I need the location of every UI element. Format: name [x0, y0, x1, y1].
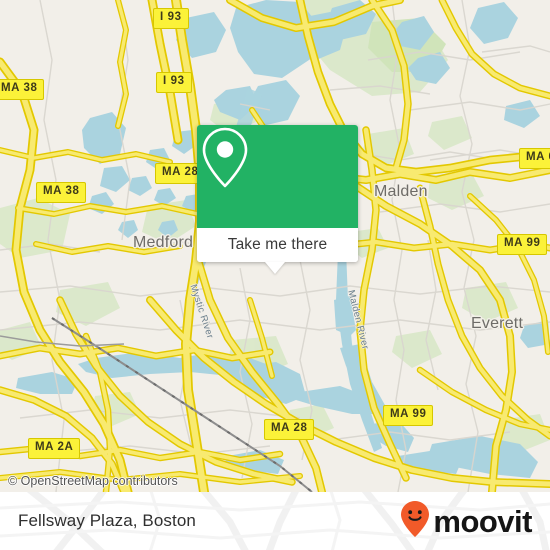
location-popup[interactable]: Take me there [197, 125, 358, 274]
moovit-logo[interactable]: moovit [400, 500, 532, 543]
highway-shield-ma28-lower: MA 28 [264, 419, 315, 440]
highway-shield-ma38-upper: MA 38 [0, 79, 45, 100]
footer-content: Fellsway Plaza, Boston moovit [0, 492, 550, 550]
take-me-there-label: Take me there [227, 236, 328, 253]
highway-shield-i93-mid: I 93 [156, 72, 192, 93]
highway-shield-ma2a: MA 2A [28, 438, 81, 459]
highway-shield-ma99-upper: MA 99 [497, 234, 548, 255]
highway-shield-ma38-lower: MA 38 [36, 182, 87, 203]
place-title: Fellsway Plaza, Boston [18, 511, 196, 530]
highway-shield-i93-north: I 93 [153, 8, 189, 29]
footer-bar: Fellsway Plaza, Boston moovit [0, 492, 550, 550]
moovit-map-screenshot: Medford Malden Everett Mystic River Mald… [0, 0, 550, 550]
map-canvas[interactable]: Medford Malden Everett Mystic River Mald… [0, 0, 550, 492]
moovit-wordmark: moovit [433, 503, 532, 539]
smiling-pin-icon [400, 500, 430, 543]
popup-pointer-tail [265, 262, 285, 274]
popup-image-area [197, 125, 358, 228]
highway-shield-ma99-lower: MA 99 [383, 405, 434, 426]
highway-shield-ma60: MA 60 [519, 148, 550, 169]
take-me-there-button[interactable]: Take me there [197, 228, 358, 274]
openstreetmap-attribution[interactable]: © OpenStreetMap contributors [8, 474, 178, 488]
